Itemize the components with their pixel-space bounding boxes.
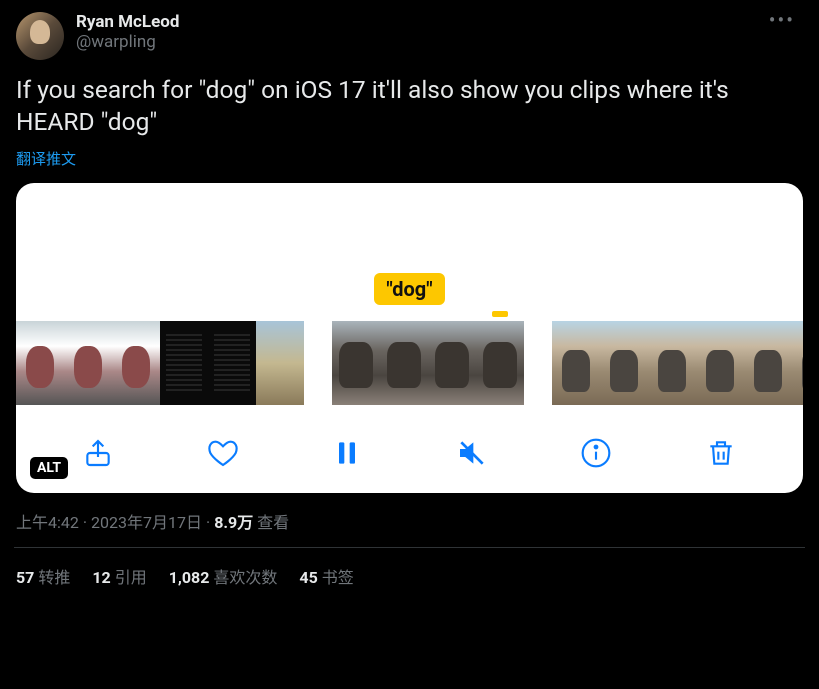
timeline-frame: [256, 321, 304, 405]
translate-link[interactable]: 翻译推文: [16, 148, 76, 169]
media-whitespace: [16, 183, 803, 273]
timeline-frame: [16, 321, 64, 405]
tweet-header: Ryan McLeod @warpling •••: [16, 12, 803, 60]
playhead-marker: [492, 311, 508, 317]
clip-group-2[interactable]: [332, 321, 524, 405]
alt-badge[interactable]: ALT: [30, 457, 68, 479]
user-names[interactable]: Ryan McLeod @warpling: [76, 12, 761, 52]
media-action-row: [16, 419, 803, 479]
tweet-text: If you search for "dog" on iOS 17 it'll …: [16, 74, 803, 138]
views-label: 查看: [257, 513, 289, 532]
tweet-date[interactable]: 2023年7月17日: [91, 513, 202, 532]
info-icon[interactable]: [576, 433, 616, 473]
timeline-frame: [208, 321, 256, 405]
avatar[interactable]: [16, 12, 64, 60]
speaker-muted-icon[interactable]: [452, 433, 492, 473]
timeline-frame: [332, 321, 380, 405]
retweets-stat[interactable]: 57转推: [16, 564, 70, 588]
clip-group-3[interactable]: [552, 321, 803, 405]
timeline-frame: [64, 321, 112, 405]
views-count[interactable]: 8.9万: [214, 513, 253, 532]
search-tag-badge: "dog": [374, 273, 444, 305]
timeline-frame: [476, 321, 524, 405]
display-name: Ryan McLeod: [76, 12, 761, 32]
timeline-frame: [696, 321, 744, 405]
tweet-meta: 上午4:42·2023年7月17日·8.9万 查看: [16, 509, 803, 547]
heart-icon[interactable]: [203, 433, 243, 473]
search-tag-row: "dog": [16, 273, 803, 311]
quotes-stat[interactable]: 12引用: [92, 564, 146, 588]
trash-icon[interactable]: [701, 433, 741, 473]
timeline-frame: [600, 321, 648, 405]
timeline-frame: [160, 321, 208, 405]
share-icon[interactable]: [78, 433, 118, 473]
tweet-stats: 57转推 12引用 1,082喜欢次数 45书签: [16, 548, 803, 588]
timeline-frame: [380, 321, 428, 405]
likes-stat[interactable]: 1,082喜欢次数: [169, 564, 278, 588]
timeline-frame: [112, 321, 160, 405]
pause-icon[interactable]: [327, 433, 367, 473]
timeline-frame: [552, 321, 600, 405]
tweet-time[interactable]: 上午4:42: [16, 513, 79, 532]
video-timeline[interactable]: [16, 321, 803, 419]
timeline-frame: [792, 321, 803, 405]
more-icon[interactable]: •••: [761, 12, 803, 28]
bookmarks-stat[interactable]: 45书签: [299, 564, 353, 588]
media-attachment[interactable]: "dog": [16, 183, 803, 493]
timeline-frame: [428, 321, 476, 405]
timeline-frame: [744, 321, 792, 405]
timeline-frame: [648, 321, 696, 405]
user-handle: @warpling: [76, 32, 761, 52]
tweet-container: Ryan McLeod @warpling ••• If you search …: [0, 0, 819, 588]
clip-group-1[interactable]: [16, 321, 304, 405]
